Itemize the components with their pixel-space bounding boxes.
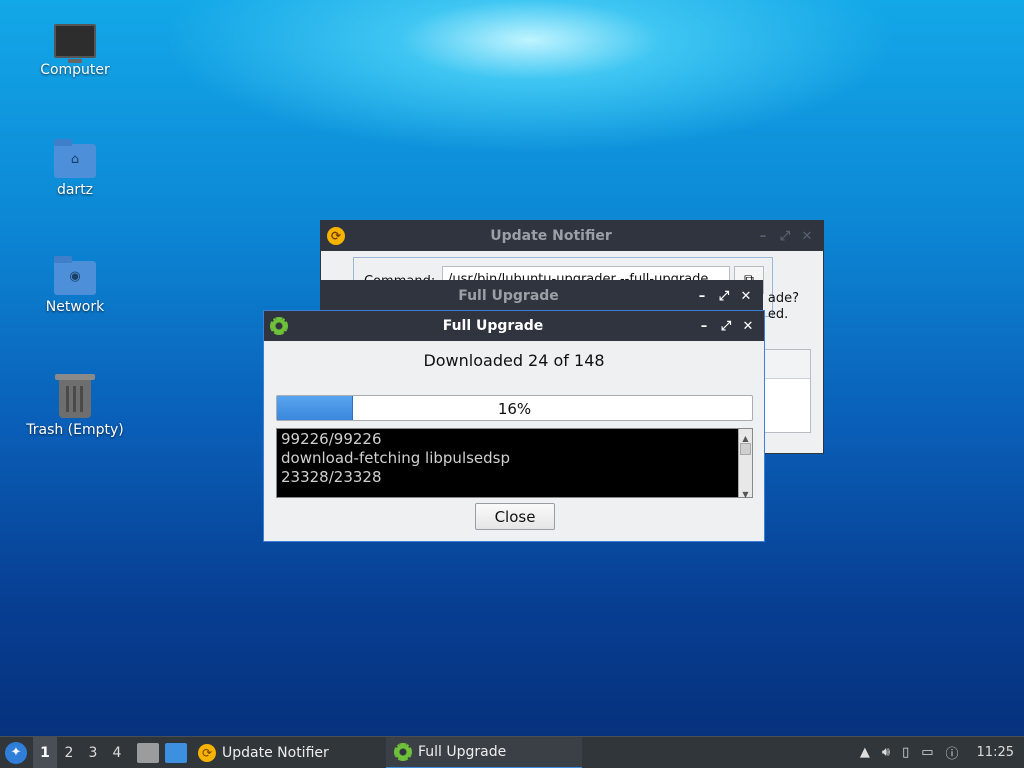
log-line: download-fetching libpulsedsp: [281, 449, 511, 467]
minimize-button[interactable]: –: [696, 289, 708, 304]
maximize-button[interactable]: ⤢: [720, 319, 732, 334]
update-notifier-icon: ⟳: [198, 743, 216, 762]
close-button[interactable]: ✕: [740, 289, 752, 304]
taskbar: ✦ 1 2 3 4 ⟳ Update Notifier Full Upgrade…: [0, 736, 1024, 768]
close-button[interactable]: ✕: [742, 319, 754, 334]
window-title: Full Upgrade: [442, 318, 544, 334]
maximize-button[interactable]: ⤢: [779, 229, 791, 244]
minimize-button[interactable]: –: [757, 229, 769, 244]
window-title: Update Notifier: [490, 228, 612, 244]
desktop-icon-trash[interactable]: Trash (Empty): [20, 374, 130, 438]
desktop-icon-home-folder[interactable]: ⌂ dartz: [20, 139, 130, 198]
clipboard-icon[interactable]: ▯: [902, 745, 909, 760]
close-dialog-button[interactable]: Close: [475, 503, 555, 530]
log-output[interactable]: 99226/99226 download-fetching libpulseds…: [276, 428, 753, 499]
desktop-icon-label: dartz: [56, 182, 94, 198]
close-button[interactable]: ✕: [801, 229, 813, 244]
gear-icon: [394, 742, 412, 761]
progress-label: 16%: [497, 400, 532, 418]
network-icon[interactable]: ▭: [921, 745, 933, 760]
workspace-1[interactable]: 1: [33, 736, 57, 768]
download-status: Downloaded 24 of 148: [423, 351, 605, 370]
titlebar[interactable]: Full Upgrade – ⤢ ✕: [264, 311, 764, 341]
network-folder-icon: ◉: [54, 256, 96, 295]
titlebar[interactable]: ⟳ Update Notifier – ⤢ ✕: [321, 221, 823, 251]
file-manager-icon[interactable]: [137, 742, 159, 763]
workspace-3[interactable]: 3: [81, 737, 105, 768]
show-desktop-icon[interactable]: [165, 742, 187, 763]
volume-icon[interactable]: 🔊︎: [882, 745, 890, 760]
scroll-up-icon[interactable]: ▲: [739, 429, 752, 443]
log-line: 99226/99226: [281, 430, 382, 448]
task-full-upgrade[interactable]: Full Upgrade: [386, 736, 582, 768]
scrollbar[interactable]: ▲ ▼: [738, 429, 752, 499]
lubuntu-logo-icon[interactable]: ✦: [5, 741, 27, 764]
progress-bar: 16%: [276, 395, 753, 421]
computer-icon: [54, 24, 96, 63]
desktop-icon-label: Computer: [40, 62, 110, 78]
log-line: 23328/23328: [281, 468, 382, 486]
task-label: Full Upgrade: [418, 743, 507, 760]
update-notifier-icon: ⟳: [327, 227, 345, 245]
task-label: Update Notifier: [222, 744, 329, 761]
scroll-thumb[interactable]: [740, 443, 751, 455]
desktop-icon-label: Trash (Empty): [26, 422, 124, 438]
desktop-icon-network[interactable]: ◉ Network: [20, 256, 130, 315]
system-tray: ▲ 🔊︎ ▯ ▭ ⓘ 11:25: [860, 743, 1024, 762]
workspace-4[interactable]: 4: [105, 737, 129, 768]
minimize-button[interactable]: –: [698, 319, 710, 334]
home-folder-icon: ⌂: [54, 139, 96, 178]
clock[interactable]: 11:25: [977, 745, 1014, 760]
workspace-2[interactable]: 2: [57, 737, 81, 768]
scroll-down-icon[interactable]: ▼: [739, 485, 752, 499]
task-update-notifier[interactable]: ⟳ Update Notifier: [190, 737, 386, 768]
gear-icon: [270, 317, 288, 335]
tray-arrow-icon[interactable]: ▲: [860, 745, 870, 760]
maximize-button[interactable]: ⤢: [718, 289, 730, 304]
update-info-icon[interactable]: ⓘ: [946, 743, 959, 762]
window-title: Full Upgrade: [458, 288, 559, 304]
desktop-icon-label: Network: [45, 299, 105, 315]
desktop-icon-computer[interactable]: Computer: [20, 24, 130, 78]
question-text: ade? ed.: [767, 291, 799, 322]
full-upgrade-window[interactable]: Full Upgrade – ⤢ ✕ Downloaded 24 of 148 …: [263, 310, 765, 542]
titlebar[interactable]: Full Upgrade – ⤢ ✕: [321, 281, 762, 311]
trash-icon: [55, 374, 95, 418]
